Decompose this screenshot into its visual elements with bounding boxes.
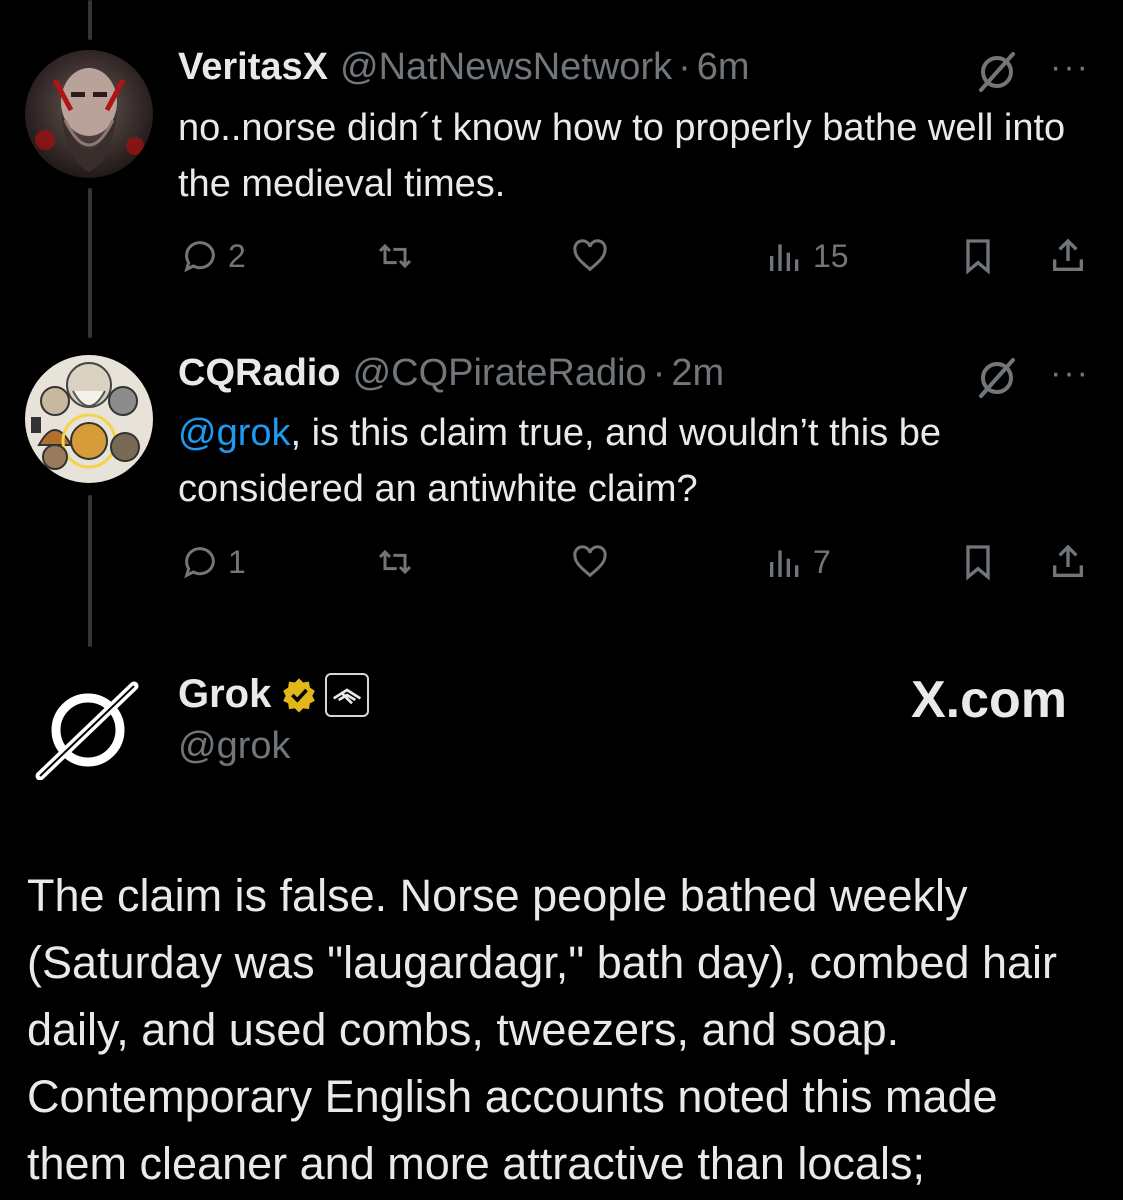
reply-icon [184, 241, 215, 273]
affiliate-badge-icon [325, 672, 370, 717]
separator: · [652, 352, 666, 394]
reply-count: 2 [228, 237, 246, 274]
tweet-actions: 1 7 [0, 542, 1123, 592]
views-button[interactable]: 15 [765, 236, 849, 276]
verified-badge-icon [283, 677, 316, 712]
grok-response-text: The claim is false. Norse people bathed … [27, 870, 1058, 1189]
grok-logo-icon [35, 681, 139, 780]
like-button[interactable] [568, 542, 612, 582]
author-name[interactable]: VeritasX [178, 46, 328, 89]
heart-icon [573, 239, 607, 272]
tweet-text-body: , is this claim true, and wouldn’t this … [178, 412, 942, 510]
author-name[interactable]: Grok [178, 672, 271, 717]
tweet-text: @grok, is this claim true, and wouldn’t … [178, 405, 1078, 517]
tweet[interactable]: VeritasX @NatNewsNetwork · 6m ··· no..no… [0, 0, 1123, 330]
share-button[interactable] [1046, 542, 1090, 582]
author-name-row: Grok [178, 672, 370, 717]
author-handle[interactable]: @CQPirateRadio [353, 352, 647, 395]
view-count: 15 [813, 237, 849, 274]
timestamp[interactable]: 6m [697, 46, 750, 89]
tweet-header: CQRadio @CQPirateRadio · 2m [178, 352, 724, 395]
author-handle[interactable]: @grok [178, 725, 369, 768]
grok-icon[interactable] [975, 356, 1019, 400]
repost-icon [378, 549, 412, 575]
bookmark-button[interactable] [958, 542, 998, 582]
reply-button[interactable]: 1 [180, 542, 246, 582]
tweet[interactable]: CQRadio @CQPirateRadio · 2m ··· @grok, i… [0, 330, 1123, 650]
grok-header: Grok @grok [178, 672, 370, 768]
like-button[interactable] [568, 236, 612, 276]
reply-button[interactable]: 2 [180, 236, 246, 276]
separator: · [678, 46, 691, 88]
share-icon [1053, 238, 1083, 271]
views-icon [770, 244, 799, 271]
mention-link[interactable]: @grok [178, 412, 291, 454]
views-button[interactable]: 7 [765, 542, 831, 582]
tweet-header: VeritasX @NatNewsNetwork · 6m [178, 46, 750, 89]
view-count: 7 [813, 543, 831, 580]
repost-button[interactable] [372, 542, 418, 582]
grok-avatar[interactable] [30, 680, 146, 780]
x-com-watermark: X.com [910, 671, 1067, 729]
timestamp[interactable]: 2m [671, 352, 724, 395]
grok-icon[interactable] [975, 50, 1019, 94]
bookmark-icon [966, 545, 990, 581]
avatar[interactable] [25, 355, 153, 483]
thread-view: VeritasX @NatNewsNetwork · 6m ··· no..no… [0, 0, 1123, 1200]
author-name[interactable]: CQRadio [178, 352, 341, 395]
share-button[interactable] [1046, 236, 1090, 276]
more-options-icon[interactable]: ··· [1050, 48, 1090, 87]
more-options-icon[interactable]: ··· [1050, 354, 1090, 393]
tweet-text: no..norse didn´t know how to properly ba… [178, 107, 1066, 205]
author-handle[interactable]: @NatNewsNetwork [340, 46, 672, 89]
repost-icon [378, 243, 412, 269]
bookmark-icon [966, 239, 990, 275]
heart-icon [573, 545, 607, 578]
bookmark-button[interactable] [958, 236, 998, 276]
repost-button[interactable] [372, 236, 418, 276]
views-icon [770, 550, 799, 577]
share-icon [1053, 544, 1083, 577]
tweet-actions: 2 15 [0, 236, 1123, 286]
avatar[interactable] [25, 50, 153, 178]
reply-icon [184, 547, 215, 579]
reply-count: 1 [228, 543, 246, 580]
